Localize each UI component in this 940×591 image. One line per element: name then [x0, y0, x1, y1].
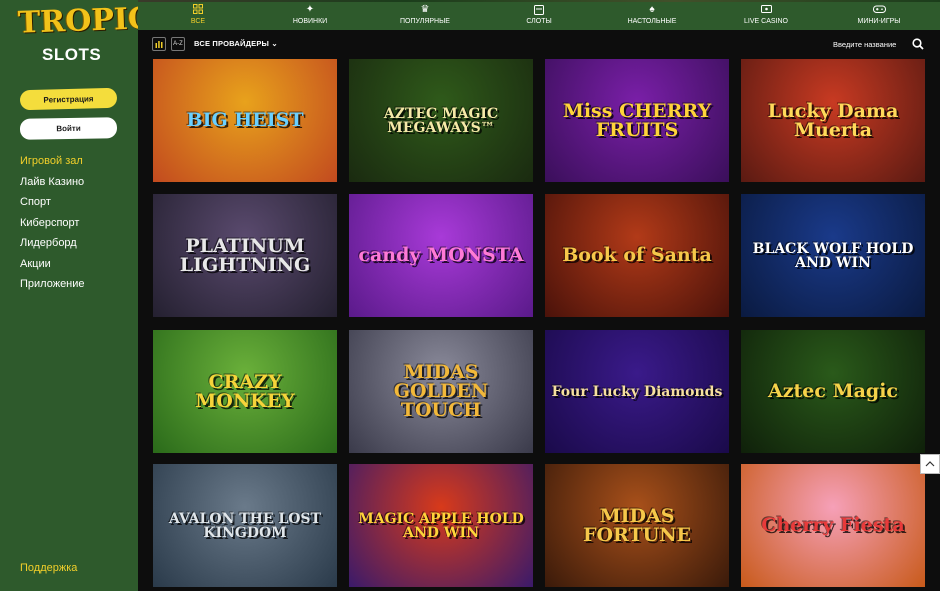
sort-az-button[interactable]: A-Z	[171, 37, 185, 51]
sidebar-item-app[interactable]: Приложение	[20, 276, 85, 297]
game-title: Cherry Fiesta	[761, 514, 905, 536]
game-title: MIDAS GOLDEN TOUCH	[393, 361, 489, 421]
cards-icon: ♠	[649, 4, 655, 15]
game-tile[interactable]: CRAZY MONKEY	[153, 330, 337, 453]
game-title: BIG HEIST	[186, 109, 304, 131]
providers-dropdown[interactable]: ВСЕ ПРОВАЙДЕРЫ ⌄	[194, 39, 278, 48]
sidebar-item-leaderboard[interactable]: Лидерборд	[20, 235, 85, 256]
tab-label: LIVE CASINO	[744, 18, 788, 25]
sparkle-icon: ✦	[305, 4, 315, 15]
grid-icon	[188, 4, 208, 16]
tab-table-games[interactable]: ♠ НАСТОЛЬНЫЕ	[626, 4, 678, 25]
search-icon[interactable]	[912, 38, 924, 50]
tab-label: НАСТОЛЬНЫЕ	[627, 18, 677, 25]
crown-icon: ♛	[420, 4, 430, 15]
game-tile[interactable]: BIG HEIST	[153, 59, 337, 182]
tab-label: ПОПУЛЯРНЫЕ	[400, 18, 450, 25]
search-input[interactable]	[833, 38, 905, 50]
game-tile[interactable]: MAGIC APPLE HOLD AND WIN	[349, 464, 533, 587]
tab-label: ВСЕ	[190, 18, 206, 25]
tab-label: МИНИ-ИГРЫ	[857, 18, 901, 25]
sidebar-nav: Игровой зал Лайв Казино Спорт Киберспорт…	[20, 153, 85, 297]
game-tile[interactable]: Cherry Fiesta	[741, 464, 925, 587]
tab-all[interactable]: ВСЕ	[188, 4, 208, 25]
game-title: Miss CHERRY FRUITS	[562, 99, 712, 141]
game-tile[interactable]: Aztec Magic	[741, 330, 925, 453]
game-title: MAGIC APPLE HOLD AND WIN	[358, 510, 524, 541]
game-title: MIDAS FORTUNE	[582, 504, 692, 546]
logo-text-top: TROPIC	[17, 1, 153, 41]
sidebar-item-sport[interactable]: Спорт	[20, 194, 85, 215]
tab-popular[interactable]: ♛ ПОПУЛЯРНЫЕ	[398, 4, 452, 25]
logo-text-bottom: SLOTS	[42, 45, 102, 64]
chevron-up-icon	[925, 461, 935, 467]
tab-new[interactable]: ✦ НОВИНКИ	[290, 4, 330, 25]
tab-mini-games[interactable]: МИНИ-ИГРЫ	[854, 4, 904, 25]
providers-label: ВСЕ ПРОВАЙДЕРЫ	[194, 39, 270, 48]
game-title: AZTEC MAGIC MEGAWAYS™	[383, 105, 499, 136]
game-tile[interactable]: candy MONSTA	[349, 194, 533, 317]
game-tile[interactable]: MIDAS FORTUNE	[545, 464, 729, 587]
game-tile[interactable]: Miss CHERRY FRUITS	[545, 59, 729, 182]
scroll-to-top-button[interactable]	[920, 454, 940, 474]
tab-live-casino[interactable]: LIVE CASINO	[742, 4, 790, 25]
live-tv-icon	[742, 4, 790, 16]
bar-chart-icon[interactable]	[152, 37, 166, 51]
sidebar-item-game-hall[interactable]: Игровой зал	[20, 153, 85, 174]
game-tile[interactable]: Four Lucky Diamonds	[545, 330, 729, 453]
game-tile[interactable]: Book of Santa	[545, 194, 729, 317]
sidebar-item-live-casino[interactable]: Лайв Казино	[20, 174, 85, 195]
slot-machine-icon	[524, 4, 554, 16]
game-tile[interactable]: AVALON THE LOST KINGDOM	[153, 464, 337, 587]
game-tile[interactable]: AZTEC MAGIC MEGAWAYS™	[349, 59, 533, 182]
register-button[interactable]: Регистрация	[19, 87, 118, 111]
tab-label: НОВИНКИ	[292, 18, 328, 25]
login-button[interactable]: Войти	[19, 117, 118, 140]
sidebar: TROPIC SLOTS Регистрация Войти Игровой з…	[0, 0, 153, 591]
tab-label: СЛОТЫ	[526, 18, 552, 25]
game-title: candy MONSTA	[358, 244, 524, 266]
category-tabs: ВСЕ ✦ НОВИНКИ ♛ ПОПУЛЯРНЫЕ СЛОТЫ ♠ НАСТО…	[138, 0, 940, 30]
game-title: CRAZY MONKEY	[195, 370, 295, 412]
game-title: Four Lucky Diamonds	[551, 383, 723, 400]
tab-slots[interactable]: СЛОТЫ	[524, 4, 554, 25]
game-tile[interactable]: PLATINUM LIGHTNING	[153, 194, 337, 317]
chevron-down-icon: ⌄	[271, 39, 278, 48]
banner-strip	[138, 0, 940, 2]
game-title: Lucky Dama Muerta	[767, 99, 899, 141]
game-title: AVALON THE LOST KINGDOM	[169, 510, 321, 541]
game-title: PLATINUM LIGHTNING	[179, 234, 311, 276]
sidebar-item-promotions[interactable]: Акции	[20, 256, 85, 277]
game-title: BLACK WOLF HOLD AND WIN	[752, 240, 914, 271]
sidebar-item-esports[interactable]: Киберспорт	[20, 215, 85, 236]
game-title: Aztec Magic	[768, 380, 898, 402]
game-tile[interactable]: Lucky Dama Muerta	[741, 59, 925, 182]
gamepad-icon	[854, 4, 904, 16]
game-tile[interactable]: BLACK WOLF HOLD AND WIN	[741, 194, 925, 317]
game-title: Book of Santa	[562, 244, 712, 266]
tropic-slots-logo[interactable]: TROPIC SLOTS	[17, 1, 153, 66]
support-link[interactable]: Поддержка	[20, 562, 77, 574]
filter-bar: A-Z ВСЕ ПРОВАЙДЕРЫ ⌄	[138, 30, 940, 58]
game-tile[interactable]: MIDAS GOLDEN TOUCH	[349, 330, 533, 453]
